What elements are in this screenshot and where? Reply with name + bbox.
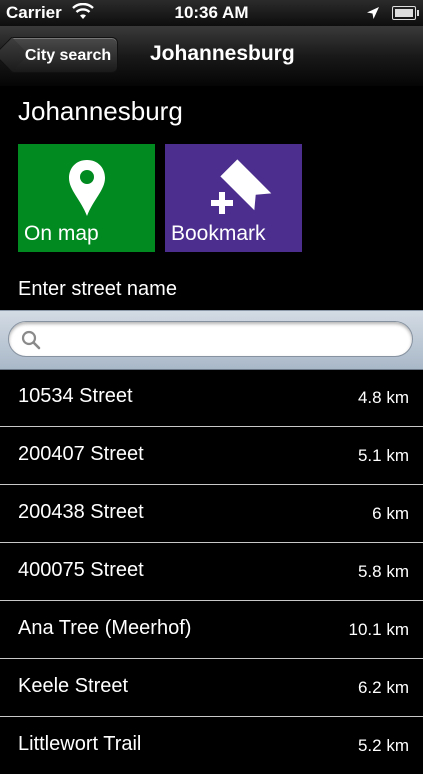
street-name: 200438 Street bbox=[18, 501, 144, 523]
bookmark-label: Bookmark bbox=[171, 222, 266, 245]
street-distance: 5.1 km bbox=[357, 446, 409, 465]
back-button-label: City search bbox=[24, 47, 112, 64]
clock: 10:36 AM bbox=[174, 3, 249, 22]
list-item[interactable]: 10534 Street 4.8 km bbox=[0, 369, 423, 427]
search-icon bbox=[21, 330, 41, 350]
list-item[interactable]: Littlewort Trail 5.2 km bbox=[0, 717, 423, 774]
page-title: Johannesburg bbox=[18, 96, 183, 126]
street-name: 10534 Street bbox=[18, 385, 133, 407]
list-item[interactable]: 400075 Street 5.8 km bbox=[0, 543, 423, 601]
list-item[interactable]: Keele Street 6.2 km bbox=[0, 659, 423, 717]
street-name: Littlewort Trail bbox=[18, 733, 142, 755]
back-button[interactable]: City search bbox=[8, 37, 118, 73]
on-map-button[interactable]: On map bbox=[18, 144, 155, 252]
nav-title: Johannesburg bbox=[150, 42, 295, 65]
street-distance: 6 km bbox=[372, 504, 409, 523]
battery-icon bbox=[392, 6, 419, 20]
map-pin-icon bbox=[69, 160, 105, 216]
list-item[interactable]: 200407 Street 5.1 km bbox=[0, 427, 423, 485]
status-bar: Carrier 10:36 AM bbox=[0, 0, 423, 26]
navigation-bar: City search Johannesburg bbox=[0, 26, 423, 87]
search-bar bbox=[0, 310, 423, 370]
street-name: 200407 Street bbox=[18, 443, 144, 465]
street-distance: 4.8 km bbox=[357, 388, 409, 407]
street-distance: 5.8 km bbox=[357, 562, 409, 581]
search-field[interactable] bbox=[8, 321, 413, 357]
search-input[interactable] bbox=[45, 326, 399, 354]
location-arrow-icon bbox=[366, 5, 380, 25]
list-item[interactable]: 200438 Street 6 km bbox=[0, 485, 423, 543]
street-name: Keele Street bbox=[18, 675, 129, 697]
street-distance: 6.2 km bbox=[357, 678, 409, 697]
street-name: 400075 Street bbox=[18, 559, 144, 581]
street-prompt-label: Enter street name bbox=[18, 278, 177, 300]
bookmark-button[interactable]: Bookmark bbox=[165, 144, 302, 252]
street-distance: 10.1 km bbox=[348, 620, 409, 639]
street-list: 10534 Street 4.8 km 200407 Street 5.1 km… bbox=[0, 369, 423, 774]
on-map-label: On map bbox=[24, 222, 99, 245]
street-name: Ana Tree (Meerhof) bbox=[18, 617, 192, 639]
list-item[interactable]: Ana Tree (Meerhof) 10.1 km bbox=[0, 601, 423, 659]
bookmark-add-icon bbox=[211, 159, 272, 214]
street-distance: 5.2 km bbox=[357, 736, 409, 755]
